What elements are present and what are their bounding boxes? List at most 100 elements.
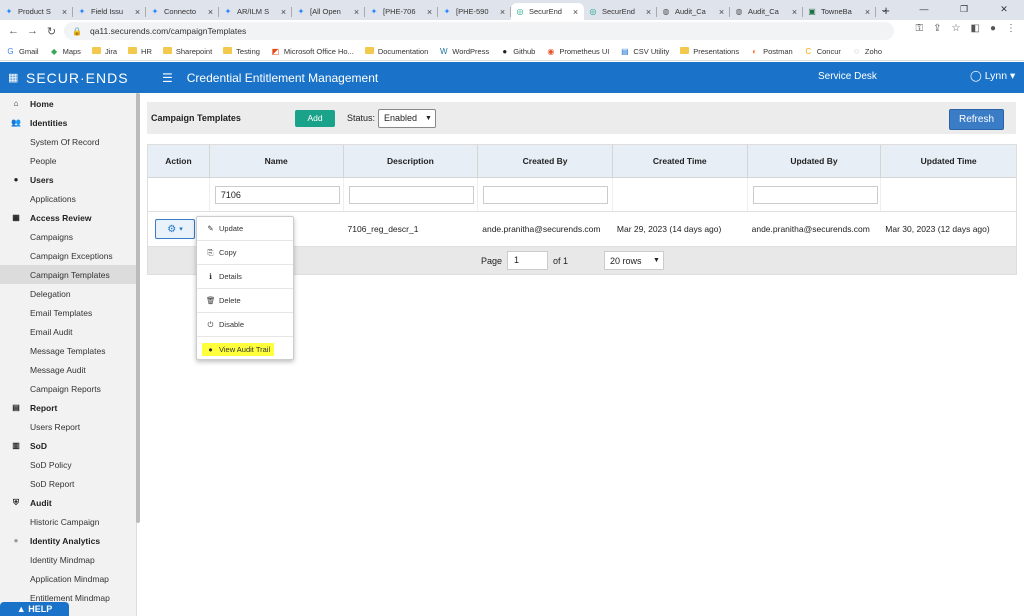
bookmark-zoho[interactable]: ◌ Zoho [852, 47, 882, 56]
name-filter-input[interactable]: 7106 [214, 185, 340, 204]
close-icon[interactable]: × [571, 7, 580, 17]
sidebar-item-people[interactable]: People [0, 151, 136, 170]
menu-item-update[interactable]: ✎ Update [197, 217, 293, 241]
bookmark-postman[interactable]: ◐ Postman [750, 47, 793, 56]
rows-per-page-select[interactable]: 20 rows ▼ [604, 251, 665, 270]
bookmark-sharepoint[interactable]: Sharepoint [162, 46, 212, 56]
apps-grid-icon[interactable]: ▦ [8, 71, 20, 84]
menu-item-details[interactable]: ℹ Details [197, 265, 293, 289]
sidebar-item-sod-report[interactable]: SoD Report [0, 474, 136, 493]
page-number-input[interactable]: 1 [507, 251, 549, 270]
menu-item-copy[interactable]: ⎘ Copy [197, 241, 293, 265]
user-menu[interactable]: ◯ Lynn ▾ [970, 70, 1015, 82]
sidebar-item-email-audit[interactable]: Email Audit [0, 322, 136, 341]
bookmark-testing[interactable]: Testing [223, 46, 260, 56]
sidebar-section-sod[interactable]: ▥ SoD [0, 436, 136, 455]
browser-tab[interactable]: ✦ Field Issu × [73, 3, 146, 20]
created-by-filter-input[interactable] [483, 185, 609, 204]
sidebar-item-users-report[interactable]: Users Report [0, 417, 136, 436]
browser-tab[interactable]: ✦ Product S × [0, 3, 73, 20]
browser-tab[interactable]: ◍ Audit_Ca × [730, 3, 803, 20]
menu-item-view-audit-trail[interactable]: ● View Audit Trail [197, 337, 293, 361]
sidebar-item-system-of-record[interactable]: System Of Record [0, 132, 136, 151]
sidebar-item-identity-mindmap[interactable]: Identity Mindmap [0, 550, 136, 569]
forward-icon[interactable]: → [23, 25, 42, 37]
sidebar-section-identity-analytics[interactable]: ● Identity Analytics [0, 531, 136, 550]
sidebar-section-access-review[interactable]: ▦ Access Review [0, 208, 136, 227]
close-icon[interactable]: × [352, 7, 361, 17]
sidebar-item-application-mindmap[interactable]: Application Mindmap [0, 569, 136, 588]
close-icon[interactable]: × [279, 7, 288, 17]
browser-tab[interactable]: ✦ Connecto × [146, 3, 219, 20]
status-select[interactable]: Enabled ▼ [378, 108, 437, 128]
chevron-down-icon[interactable]: ⌄ [864, 0, 904, 20]
bookmark-jira[interactable]: Jira [91, 46, 117, 56]
column-header-action[interactable]: Action [148, 145, 210, 177]
sidebar-item-campaign-exceptions[interactable]: Campaign Exceptions [0, 246, 136, 265]
column-header-updated-time[interactable]: Updated Time [881, 145, 1016, 177]
bookmark-gmail[interactable]: G Gmail [6, 47, 38, 56]
sidebar-scrollbar[interactable] [136, 93, 140, 523]
profile-icon[interactable]: ● [990, 23, 996, 34]
bookmark-documentation[interactable]: Documentation [364, 46, 428, 56]
browser-tab[interactable]: ✦ AR/ILM S × [219, 3, 292, 20]
securends-logo[interactable]: SECUR·ENDS [26, 70, 146, 86]
column-header-name[interactable]: Name [210, 145, 344, 177]
close-icon[interactable]: × [133, 7, 142, 17]
column-header-updated-by[interactable]: Updated By [748, 145, 882, 177]
browser-tab[interactable]: ✦ [PHE-706 × [365, 3, 438, 20]
sidebar-section-audit[interactable]: ⛨ Audit [0, 493, 136, 512]
close-icon[interactable]: × [60, 7, 69, 17]
share-icon[interactable]: ⇪ [933, 23, 941, 34]
hamburger-menu-icon[interactable]: ☰ [162, 71, 173, 85]
updated-by-filter-input[interactable] [752, 185, 878, 204]
close-icon[interactable]: × [790, 7, 799, 17]
bookmark-hr[interactable]: HR [128, 46, 152, 56]
star-icon[interactable]: ☆ [952, 23, 961, 34]
bookmark-github[interactable]: ● Github [500, 47, 535, 56]
browser-tab[interactable]: ◎ SecurEnd × [511, 3, 584, 20]
bookmark-microsoft-office-ho[interactable]: ◩ Microsoft Office Ho... [271, 47, 354, 56]
bookmark-wordpress[interactable]: W WordPress [439, 47, 489, 56]
description-filter-input[interactable] [348, 185, 474, 204]
column-header-description[interactable]: Description [344, 145, 479, 177]
minimize-icon[interactable]: — [904, 0, 944, 20]
menu-dots-icon[interactable]: ⋮ [1006, 23, 1016, 34]
menu-item-delete[interactable]: 🗑 Delete [197, 289, 293, 313]
sidepanel-icon[interactable]: ◧ [971, 23, 980, 34]
reload-icon[interactable]: ↻ [42, 25, 61, 38]
menu-item-disable[interactable]: ⏻ Disable [197, 313, 293, 337]
help-button[interactable]: ▲ HELP [0, 602, 69, 616]
browser-tab[interactable]: ✦ [All Open × [292, 3, 365, 20]
column-header-created-by[interactable]: Created By [478, 145, 613, 177]
close-icon[interactable]: × [425, 7, 434, 17]
back-icon[interactable]: ← [4, 25, 23, 37]
sidebar-item-sod-policy[interactable]: SoD Policy [0, 455, 136, 474]
close-icon[interactable]: × [206, 7, 215, 17]
bookmark-prometheus-ui[interactable]: ◉ Prometheus UI [546, 47, 609, 56]
sidebar-item-applications[interactable]: Applications [0, 189, 136, 208]
sidebar-section-identities[interactable]: 👥 Identities [0, 113, 136, 132]
restore-icon[interactable]: ❐ [944, 0, 984, 20]
sidebar-item-email-templates[interactable]: Email Templates [0, 303, 136, 322]
browser-tab[interactable]: ◎ SecurEnd × [584, 3, 657, 20]
sidebar-item-campaign-reports[interactable]: Campaign Reports [0, 379, 136, 398]
sidebar-section-home[interactable]: ⌂ Home [0, 94, 136, 113]
add-button[interactable]: Add [295, 109, 335, 127]
sidebar-item-message-templates[interactable]: Message Templates [0, 341, 136, 360]
sidebar-item-message-audit[interactable]: Message Audit [0, 360, 136, 379]
sidebar-section-report[interactable]: ▤ Report [0, 398, 136, 417]
sidebar-item-historic-campaign[interactable]: Historic Campaign [0, 512, 136, 531]
service-desk-link[interactable]: Service Desk [818, 71, 877, 82]
browser-tab[interactable]: ✦ [PHE-590 × [438, 3, 511, 20]
key-icon[interactable]: ⚿ [916, 23, 924, 34]
sidebar-item-campaigns[interactable]: Campaigns [0, 227, 136, 246]
sidebar-item-delegation[interactable]: Delegation [0, 284, 136, 303]
column-header-created-time[interactable]: Created Time [613, 145, 748, 177]
close-icon[interactable]: × [644, 7, 653, 17]
action-gear-button[interactable]: ⚙ ▾ [155, 219, 195, 239]
close-icon[interactable]: × [498, 7, 507, 17]
refresh-button[interactable]: Refresh [949, 109, 1004, 130]
browser-tab[interactable]: ◍ Audit_Ca × [657, 3, 730, 20]
bookmark-csv-utility[interactable]: ▤ CSV Utility [620, 47, 669, 56]
